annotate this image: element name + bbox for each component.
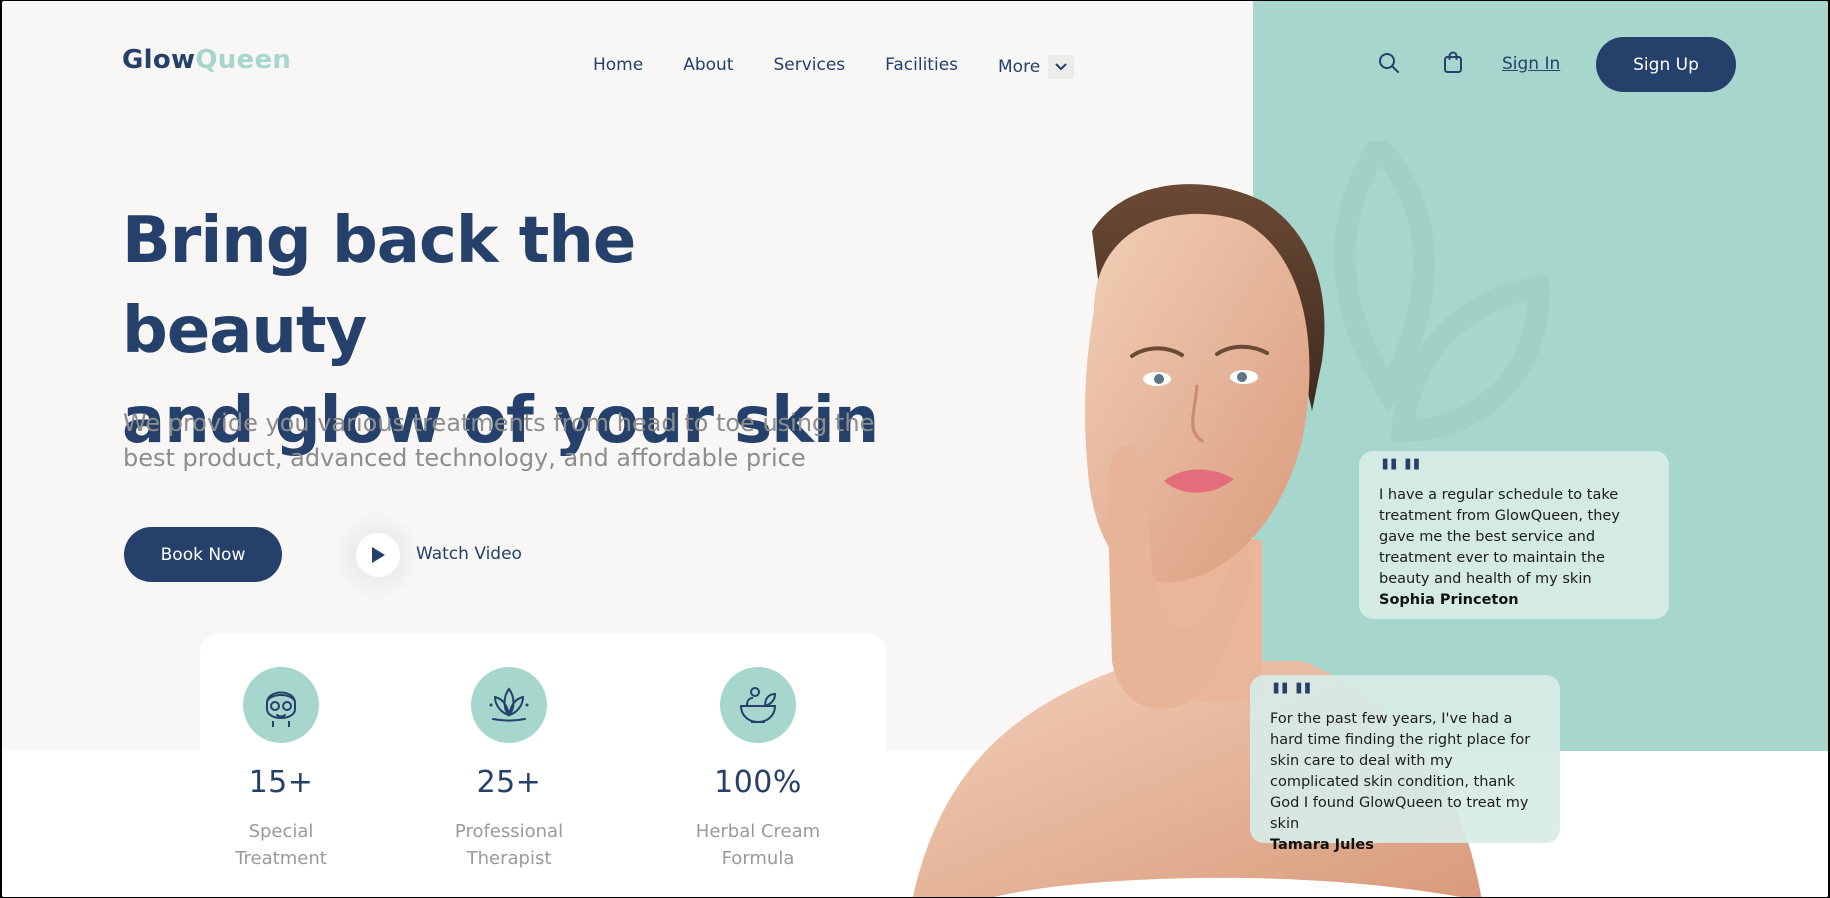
landing-page: GlowQueen Home About Services Facilities…	[2, 1, 1828, 897]
sign-up-button[interactable]: Sign Up	[1596, 37, 1736, 92]
testimonial-card: " " I have a regular schedule to take tr…	[1359, 451, 1669, 619]
face-mask-icon	[243, 667, 319, 743]
nav-item-about[interactable]: About	[683, 55, 733, 79]
chevron-down-icon	[1048, 55, 1075, 79]
hero-subtitle: We provide you various treatments from h…	[123, 406, 903, 476]
lotus-icon	[471, 667, 547, 743]
stat-special-treatment: 15+ Special Treatment	[181, 633, 381, 872]
brand-logo[interactable]: GlowQueen	[122, 45, 291, 75]
play-icon	[372, 547, 385, 563]
stat-label-line1: Herbal Cream	[695, 821, 821, 842]
stat-label-line1: Professional	[454, 821, 564, 842]
brand-logo-part1: Glow	[122, 45, 196, 75]
stat-professional-therapist: 25+ Professional Therapist	[409, 633, 609, 872]
stat-label: Herbal Cream Formula	[658, 818, 858, 872]
stat-label-line1: Special	[248, 821, 314, 842]
stat-label-line2: Treatment	[235, 848, 327, 869]
testimonial-author: Tamara Jules	[1270, 837, 1374, 853]
play-video-button[interactable]	[356, 533, 400, 577]
book-now-button[interactable]: Book Now	[124, 527, 282, 582]
stat-label: Special Treatment	[181, 818, 381, 872]
stats-card: 15+ Special Treatment 25+ Professional T…	[200, 633, 886, 897]
herbal-bowl-icon	[720, 667, 796, 743]
nav-item-services[interactable]: Services	[773, 55, 845, 79]
testimonial-author: Sophia Princeton	[1379, 592, 1519, 608]
nav-more-dropdown[interactable]: More	[998, 55, 1075, 79]
search-icon[interactable]	[1377, 51, 1401, 79]
stat-value: 100%	[714, 765, 802, 800]
nav-item-home[interactable]: Home	[593, 55, 643, 79]
stat-value: 25+	[476, 765, 542, 800]
stat-label-line2: Therapist	[466, 848, 552, 869]
stat-label: Professional Therapist	[409, 818, 609, 872]
nav-item-facilities[interactable]: Facilities	[885, 55, 958, 79]
testimonial-text: I have a regular schedule to take treatm…	[1379, 487, 1620, 587]
stat-label-line2: Formula	[721, 848, 795, 869]
testimonial-card: " " For the past few years, I've had a h…	[1250, 675, 1560, 853]
stat-herbal-cream: 100% Herbal Cream Formula	[658, 633, 858, 872]
hero-title-line1: Bring back the beauty	[122, 204, 636, 368]
hero-subtitle-line1: We provide you various treatments from h…	[123, 409, 875, 437]
testimonial-text: For the past few years, I've had a hard …	[1270, 711, 1531, 832]
sign-in-link[interactable]: Sign In	[1502, 54, 1560, 74]
shopping-bag-icon[interactable]	[1442, 50, 1464, 78]
brand-logo-part2: Queen	[195, 45, 292, 75]
watch-video-link[interactable]: Watch Video	[416, 544, 522, 564]
quote-icon: " "	[1270, 676, 1314, 722]
hero-subtitle-line2: best product, advanced technology, and a…	[123, 444, 806, 472]
quote-icon: " "	[1379, 452, 1423, 498]
stat-value: 15+	[248, 765, 314, 800]
main-nav: Home About Services Facilities More	[593, 55, 1075, 79]
nav-more-label: More	[998, 57, 1041, 77]
